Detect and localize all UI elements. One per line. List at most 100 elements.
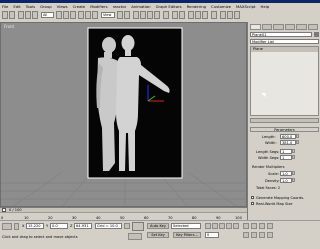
menu-edit[interactable]: Edit [13, 4, 20, 9]
width-segs-field[interactable]: 1 [280, 155, 292, 160]
zoom-all-icon[interactable] [251, 223, 257, 229]
object-name-field[interactable]: Plane01 [250, 32, 312, 37]
pan-icon[interactable] [251, 232, 257, 238]
rotate-icon[interactable] [85, 11, 91, 19]
set-key-button[interactable]: Set Key [147, 232, 169, 238]
render-setup-icon[interactable] [220, 11, 226, 19]
material-editor-icon[interactable] [211, 11, 217, 19]
region-select-icon[interactable] [70, 11, 76, 19]
scale-field[interactable]: 1.0 [280, 171, 292, 176]
viewport-front[interactable]: Front [0, 22, 247, 207]
align-icon[interactable] [179, 11, 185, 19]
bind-space-warp-icon[interactable] [32, 11, 38, 19]
percent-snap-icon[interactable] [147, 11, 153, 19]
menu-file[interactable]: File [2, 4, 8, 9]
menu-views[interactable]: Views [57, 4, 68, 9]
zoom-icon[interactable] [243, 223, 249, 229]
menu-customize[interactable]: Customize [211, 4, 231, 9]
select-object-icon[interactable] [56, 11, 62, 19]
previous-frame-icon[interactable] [212, 223, 218, 229]
real-world-map-label: Real-World Map Size [256, 202, 293, 206]
move-icon[interactable] [78, 11, 84, 19]
select-by-name-icon[interactable] [63, 11, 69, 19]
width-label: Width: [265, 141, 277, 145]
lock-selection-icon[interactable] [14, 223, 19, 230]
unlink-icon[interactable] [25, 11, 31, 19]
pivot-icon[interactable] [117, 11, 123, 19]
density-spinner[interactable] [292, 178, 295, 182]
tab-hierarchy[interactable] [273, 24, 284, 30]
menu-tools[interactable]: Tools [26, 4, 35, 9]
status-bar: X 15.220 Y 0.0 Z 64.931 Grid = 10.0 Auto… [0, 220, 320, 249]
scale-icon[interactable] [92, 11, 98, 19]
selected-dropdown[interactable]: Selected [171, 223, 201, 229]
menu-animation[interactable]: Animation [131, 4, 150, 9]
auto-key-button[interactable]: Auto Key [147, 223, 169, 229]
width-segs-spinner[interactable] [292, 155, 295, 159]
length-segs-field[interactable]: 1 [280, 149, 292, 154]
real-world-map-checkbox[interactable] [251, 202, 254, 205]
menu-modifiers[interactable]: Modifiers [90, 4, 107, 9]
field-of-view-icon[interactable] [243, 232, 249, 238]
menu-reactor[interactable]: reactor [113, 4, 127, 9]
stack-toolbar[interactable] [250, 118, 319, 123]
snap-toggle-icon[interactable] [133, 11, 139, 19]
selection-filter-dropdown[interactable]: All [41, 12, 54, 18]
curve-editor-icon[interactable] [195, 11, 201, 19]
key-mode-icon[interactable] [124, 223, 130, 229]
spinner-snap-icon[interactable] [154, 11, 160, 19]
arc-rotate-icon[interactable] [259, 232, 265, 238]
z-coord-field[interactable]: 64.931 [74, 223, 92, 229]
redo-icon[interactable] [9, 11, 15, 19]
undo-icon[interactable] [2, 11, 8, 19]
render-frame-icon[interactable] [227, 11, 233, 19]
set-key-icon[interactable] [132, 222, 144, 231]
stack-item-plane[interactable]: Plane [251, 47, 318, 52]
menu-graph-editors[interactable]: Graph Editors [156, 4, 182, 9]
tab-create[interactable] [250, 24, 261, 30]
y-coord-field[interactable]: 0.0 [50, 223, 68, 229]
reference-coord-dropdown[interactable]: View [101, 12, 115, 18]
key-filters-button[interactable]: Key Filters... [173, 232, 201, 238]
maximize-viewport-icon[interactable] [267, 232, 273, 238]
width-field[interactable]: 381.0 [280, 140, 296, 145]
tab-modify[interactable] [261, 24, 272, 30]
select-manipulate-icon[interactable] [124, 11, 130, 19]
menu-group[interactable]: Group [40, 4, 52, 9]
tab-motion[interactable] [284, 24, 295, 30]
go-to-start-icon[interactable] [205, 223, 211, 229]
play-icon[interactable] [219, 223, 225, 229]
parameters-rollout-header[interactable]: Parameters [250, 127, 319, 132]
menu-maxscript[interactable]: MAXScript [236, 4, 256, 9]
density-field[interactable]: 1.0 [280, 178, 292, 183]
x-coord-field[interactable]: 15.220 [26, 223, 44, 229]
tab-utilities[interactable] [307, 24, 318, 30]
add-time-tag-button[interactable] [128, 233, 142, 240]
menu-help[interactable]: Help [260, 4, 269, 9]
angle-snap-icon[interactable] [140, 11, 146, 19]
schematic-view-icon[interactable] [202, 11, 208, 19]
width-spinner[interactable] [296, 140, 299, 144]
track-bar[interactable]: 0 10 20 30 40 50 60 70 80 90 100 [0, 212, 247, 220]
zoom-extents-icon[interactable] [259, 223, 265, 229]
layer-manager-icon[interactable] [188, 11, 194, 19]
zoom-extents-all-icon[interactable] [267, 223, 273, 229]
menu-rendering[interactable]: Rendering [187, 4, 206, 9]
next-frame-icon[interactable] [226, 223, 232, 229]
object-color-swatch[interactable] [314, 32, 319, 37]
menu-create[interactable]: Create [73, 4, 86, 9]
length-field[interactable]: 600.0 [280, 134, 296, 139]
mirror-icon[interactable] [172, 11, 178, 19]
length-spinner[interactable] [296, 134, 299, 138]
current-frame-field[interactable]: 0 [205, 232, 219, 238]
tab-display[interactable] [296, 24, 307, 30]
scale-spinner[interactable] [292, 171, 295, 175]
length-segs-spinner[interactable] [292, 149, 295, 153]
generate-mapping-checkbox[interactable] [251, 196, 254, 199]
maxscript-listener-icon[interactable] [2, 223, 12, 230]
go-to-end-icon[interactable] [233, 223, 239, 229]
link-icon[interactable] [18, 11, 24, 19]
quick-render-icon[interactable] [234, 11, 240, 19]
modifier-list-dropdown[interactable]: Modifier List [250, 39, 319, 44]
named-selection-icon[interactable] [163, 11, 169, 19]
